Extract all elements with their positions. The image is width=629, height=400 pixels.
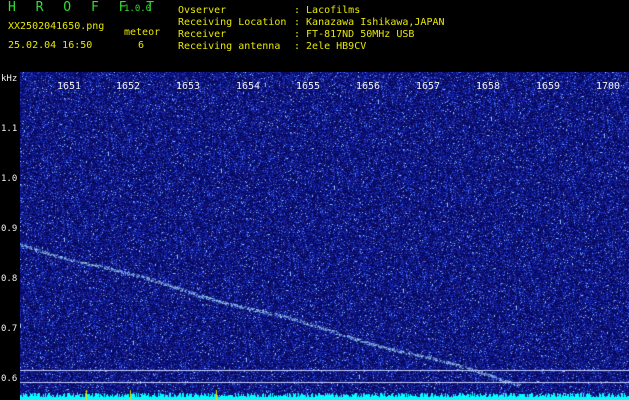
- y-axis-unit-label: kHz: [1, 74, 18, 84]
- x-tick-label: 1700: [595, 81, 621, 92]
- x-tick-label: 1652: [115, 81, 141, 92]
- info-value-receiver: : FT-817ND 50MHz USB: [294, 29, 415, 40]
- y-tick-label: 0.7: [1, 324, 18, 334]
- x-tick-label: 1654: [235, 81, 261, 92]
- header-panel: H R O F F T 1.0.0 XX2502041650.png 25.02…: [0, 0, 629, 70]
- app-version: 1.0.0: [124, 4, 152, 14]
- info-label-antenna: Receiving antenna: [178, 41, 281, 52]
- x-tick-label: 1658: [475, 81, 501, 92]
- info-label-observer: Ovserver: [178, 5, 227, 16]
- meteor-label: meteor: [124, 27, 161, 38]
- x-tick-label: 1651: [56, 81, 82, 92]
- y-tick-label: 1.1: [1, 124, 18, 134]
- y-tick-label: 1.0: [1, 174, 18, 184]
- y-tick-label: 0.8: [1, 274, 18, 284]
- info-value-observer: : Lacofilms: [294, 5, 361, 16]
- meteor-count: 6: [138, 40, 145, 51]
- spectrogram-display: [20, 72, 629, 400]
- y-tick-label: 0.9: [1, 224, 18, 234]
- info-label-location: Receiving Location: [178, 17, 287, 28]
- file-datetime: 25.02.04 16:50: [8, 40, 93, 51]
- x-tick-label: 1656: [355, 81, 381, 92]
- info-value-location: : Kanazawa Ishikawa,JAPAN: [294, 17, 445, 28]
- spectrogram-canvas: [20, 72, 629, 400]
- x-tick-label: 1657: [415, 81, 441, 92]
- info-value-antenna: : 2ele HB9CV: [294, 41, 367, 52]
- x-tick-label: 1659: [535, 81, 561, 92]
- file-name: XX2502041650.png: [8, 21, 105, 32]
- x-tick-label: 1655: [295, 81, 321, 92]
- info-label-receiver: Receiver: [178, 29, 227, 40]
- x-tick-label: 1653: [175, 81, 201, 92]
- y-tick-label: 0.6: [1, 374, 18, 384]
